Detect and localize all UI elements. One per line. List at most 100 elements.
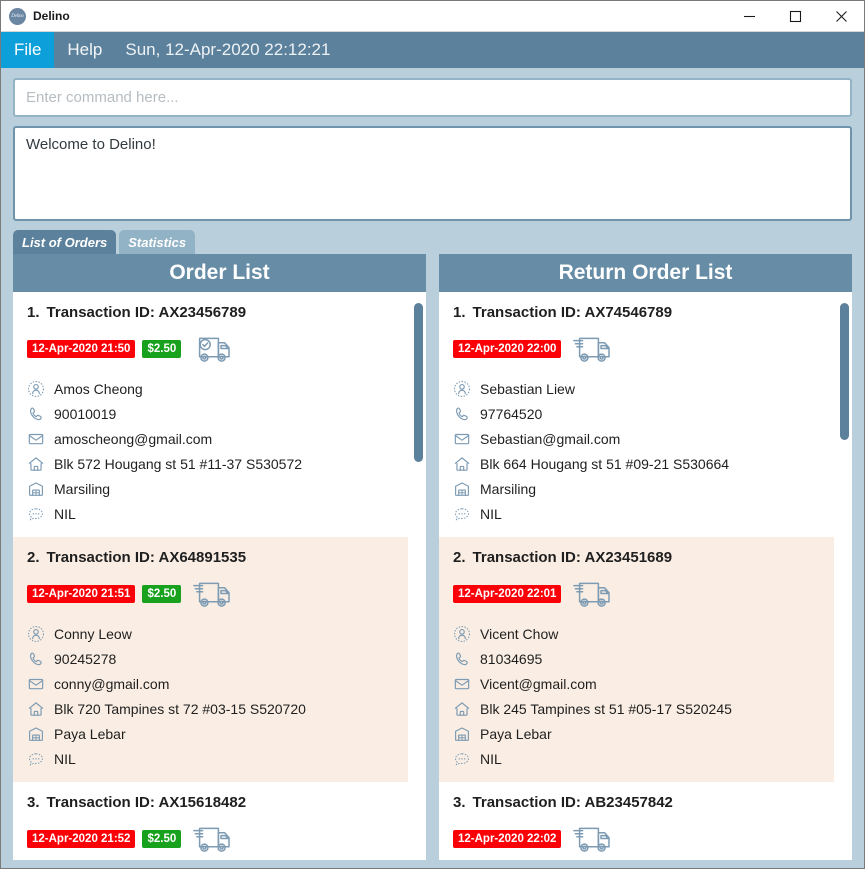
detail-comment: NIL	[480, 505, 502, 522]
close-button[interactable]	[818, 1, 864, 32]
email-icon	[453, 675, 471, 693]
card-title-label: Transaction ID:	[46, 304, 155, 321]
detail-address: Blk 720 Tampines st 72 #03-15 S520720	[54, 700, 306, 717]
card-title-label: Transaction ID:	[46, 549, 155, 566]
menu-item-file[interactable]: File	[1, 32, 55, 68]
card-title: 2. Transaction ID: AX23451689	[453, 549, 820, 566]
order-card[interactable]: 3. Transaction ID: AB23457842 12-Apr-2020 …	[439, 782, 834, 860]
tab-strip: List of Orders Statistics	[13, 230, 852, 254]
warehouse-icon	[453, 725, 471, 743]
detail-row-comment: NIL	[27, 502, 394, 525]
card-title: 3. Transaction ID: AX15618482	[27, 794, 394, 811]
phone-icon	[453, 405, 471, 423]
detail-email: conny@gmail.com	[54, 675, 170, 692]
email-icon	[27, 675, 45, 693]
warehouse-icon	[453, 480, 471, 498]
card-list: 1. Transaction ID: AX74546789 12-Apr-2020 …	[439, 292, 852, 860]
panel-body: 1. Transaction ID: AX23456789 12-Apr-2020 …	[13, 292, 426, 860]
card-badges: 12-Apr-2020 21:50 $2.50	[27, 332, 394, 366]
tab-list-of-orders-label: List of Orders	[22, 234, 108, 250]
card-transaction-id: AX23456789	[158, 304, 247, 321]
detail-name: Vicent Chow	[480, 625, 559, 642]
card-index: 1.	[27, 304, 40, 321]
detail-comment: NIL	[54, 750, 76, 767]
truck-in-transit-icon	[568, 822, 613, 856]
card-transaction-id: AX64891535	[158, 549, 247, 566]
truck-delivered-icon	[188, 332, 233, 366]
command-input-placeholder: Enter command here...	[26, 89, 179, 106]
minimize-button[interactable]	[726, 1, 772, 32]
person-icon	[453, 380, 471, 398]
panel-scrollbar[interactable]	[411, 292, 426, 860]
title-bar: Delino Delino	[1, 1, 864, 32]
card-index: 1.	[453, 304, 466, 321]
price-badge: $2.50	[142, 340, 182, 358]
result-text: Welcome to Delino!	[26, 136, 156, 153]
truck-in-transit-icon	[188, 822, 233, 856]
result-display: Welcome to Delino!	[13, 126, 852, 221]
panel-return-order-list: Return Order List 1. Transaction ID: AX745…	[439, 254, 852, 860]
card-details: Sebastian Liew 97764520 Sebastian@gmail.co…	[453, 377, 820, 525]
menu-item-help[interactable]: Help	[54, 32, 115, 68]
detail-row-address: Blk 572 Hougang st 51 #11-37 S530572	[27, 452, 394, 475]
detail-row-address: Blk 664 Hougang st 51 #09-21 S530664	[453, 452, 820, 475]
card-index: 3.	[453, 794, 466, 811]
detail-name: Amos Cheong	[54, 380, 143, 397]
card-index: 2.	[27, 549, 40, 566]
scrollbar-thumb[interactable]	[840, 303, 849, 440]
price-badge: $2.50	[142, 830, 182, 848]
timestamp-badge: 12-Apr-2020 22:02	[453, 830, 562, 848]
menu-item-file-label: File	[14, 40, 42, 59]
app-logo-icon: Delino	[9, 7, 26, 25]
detail-comment: NIL	[480, 750, 502, 767]
address-icon	[453, 700, 471, 718]
price-badge: $2.50	[142, 585, 182, 603]
detail-address: Blk 664 Hougang st 51 #09-21 S530664	[480, 455, 730, 472]
detail-name: Conny Leow	[54, 625, 132, 642]
person-icon	[27, 380, 45, 398]
card-list: 1. Transaction ID: AX23456789 12-Apr-2020 …	[13, 292, 426, 860]
card-title-label: Transaction ID:	[472, 549, 581, 566]
title-bar-left: Delino Delino	[1, 7, 70, 25]
detail-row-phone: 97764520	[453, 402, 820, 425]
tab-statistics[interactable]: Statistics	[119, 230, 196, 254]
detail-warehouse: Marsiling	[480, 480, 537, 497]
order-card[interactable]: 2. Transaction ID: AX23451689 12-Apr-2020 …	[439, 537, 834, 782]
card-details: Conny Leow 90245278 conny@gmail.com Blk 720…	[27, 622, 394, 770]
detail-row-phone: 81034695	[453, 647, 820, 670]
panel-scrollbar[interactable]	[837, 292, 852, 860]
detail-row-phone: 90245278	[27, 647, 394, 670]
comment-icon	[27, 505, 45, 523]
panel-header: Order List	[13, 254, 426, 292]
command-input[interactable]: Enter command here...	[13, 78, 852, 117]
timestamp-badge: 12-Apr-2020 22:00	[453, 340, 562, 358]
order-card[interactable]: 1. Transaction ID: AX23456789 12-Apr-2020 …	[13, 292, 408, 537]
address-icon	[27, 700, 45, 718]
card-index: 3.	[27, 794, 40, 811]
panel-order-list: Order List 1. Transaction ID: AX23456789 12…	[13, 254, 426, 860]
detail-row-phone: 90010019	[27, 402, 394, 425]
scrollbar-thumb[interactable]	[414, 303, 423, 463]
order-panels: Order List 1. Transaction ID: AX23456789 12…	[13, 254, 852, 868]
maximize-button[interactable]	[772, 1, 818, 32]
detail-row-name: Amos Cheong	[27, 377, 394, 400]
card-transaction-id: AX15618482	[158, 794, 247, 811]
detail-phone: 90245278	[54, 650, 117, 667]
card-title-label: Transaction ID:	[472, 304, 581, 321]
menu-bar: File Help Sun, 12-Apr-2020 22:12:21	[1, 32, 864, 68]
timestamp-badge: 12-Apr-2020 21:50	[27, 340, 136, 358]
app-title: Delino	[33, 9, 70, 23]
comment-icon	[27, 750, 45, 768]
card-title-label: Transaction ID:	[472, 794, 581, 811]
detail-row-warehouse: Marsiling	[453, 477, 820, 500]
tab-list-of-orders[interactable]: List of Orders	[13, 230, 117, 254]
card-title: 2. Transaction ID: AX64891535	[27, 549, 394, 566]
email-icon	[27, 430, 45, 448]
detail-row-warehouse: Paya Lebar	[27, 722, 394, 745]
order-card[interactable]: 1. Transaction ID: AX74546789 12-Apr-2020 …	[439, 292, 834, 537]
truck-in-transit-icon	[188, 577, 233, 611]
detail-row-address: Blk 245 Tampines st 51 #05-17 S520245	[453, 697, 820, 720]
order-card[interactable]: 2. Transaction ID: AX64891535 12-Apr-2020 …	[13, 537, 408, 782]
card-badges: 12-Apr-2020 22:00	[453, 332, 820, 366]
order-card[interactable]: 3. Transaction ID: AX15618482 12-Apr-2020 …	[13, 782, 408, 860]
